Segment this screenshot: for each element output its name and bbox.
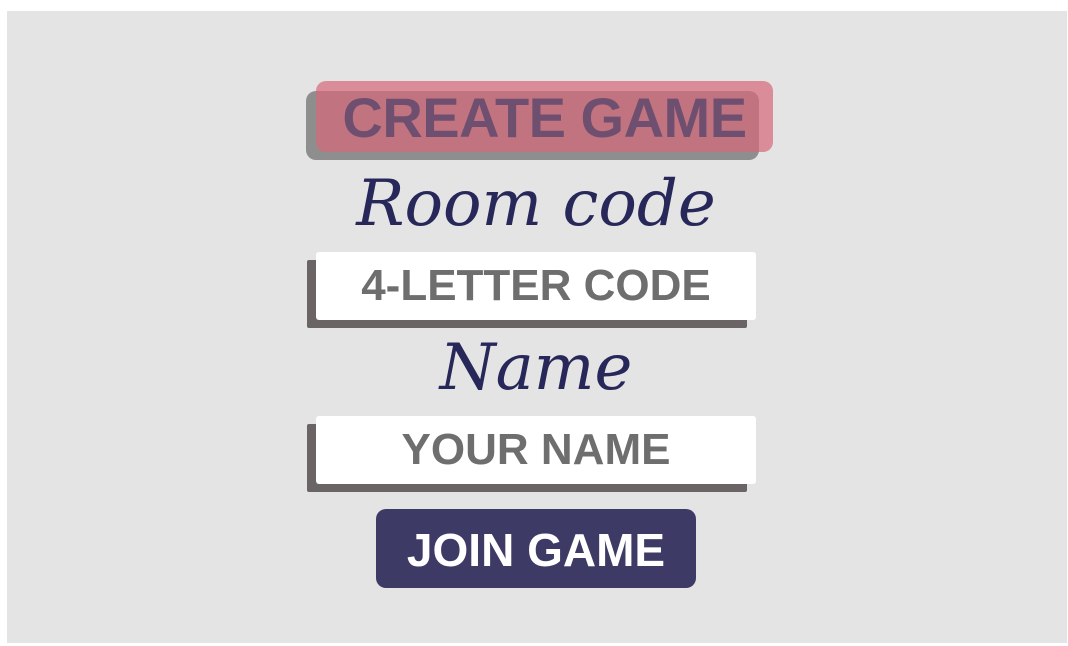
create-game-button[interactable]: CREATE GAME <box>316 81 773 152</box>
room-code-input[interactable] <box>316 252 756 320</box>
name-field[interactable] <box>316 416 756 484</box>
join-game-button[interactable]: JOIN GAME <box>376 509 696 588</box>
create-game-button-label: CREATE GAME <box>342 86 747 149</box>
name-input[interactable] <box>316 416 756 484</box>
join-game-button-label: JOIN GAME <box>406 523 666 576</box>
name-label: Name <box>439 331 633 405</box>
room-code-field[interactable] <box>316 252 756 320</box>
room-code-label: Room code <box>356 167 716 241</box>
